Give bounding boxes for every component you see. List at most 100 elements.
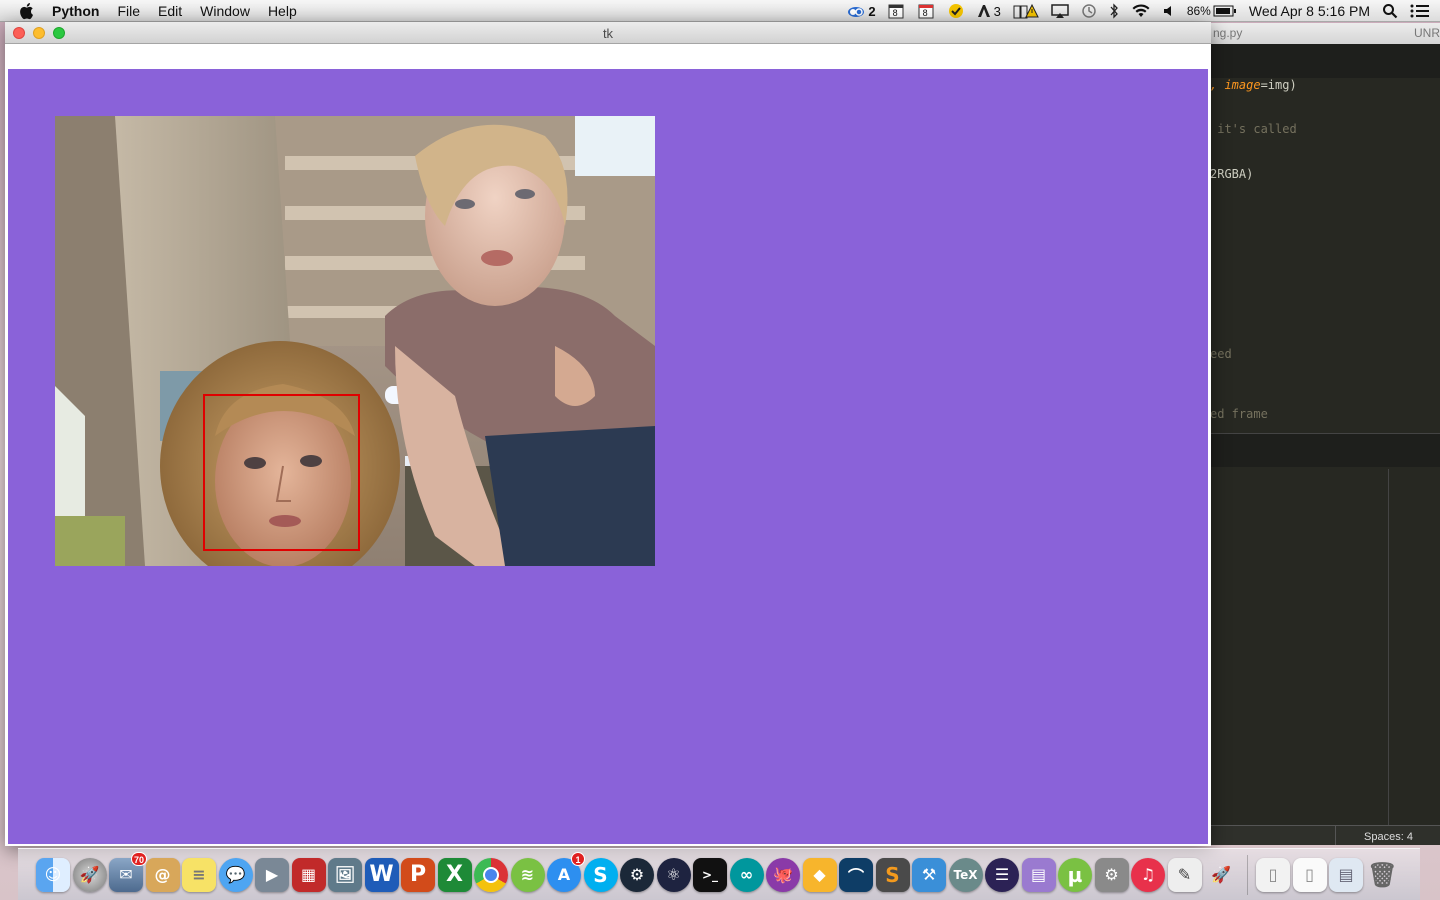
menu-bar: Python File Edit Window Help 2 8 8 3 — [0, 0, 1440, 22]
airplay-icon — [1051, 4, 1069, 18]
battery-percent: 86% — [1186, 4, 1211, 18]
github-icon[interactable]: 🐙 — [766, 857, 800, 892]
editor-title-unr: UNR — [1414, 26, 1440, 40]
code-comment: ed frame — [1210, 407, 1268, 421]
atom-icon[interactable]: ⚛ — [656, 857, 691, 892]
code-line-1: , image=img) — [1210, 78, 1297, 92]
creative-cloud-status[interactable]: 2 — [846, 3, 876, 19]
tk-window: tk — [5, 22, 1211, 846]
list-icon — [1410, 4, 1429, 18]
calendar-status-2[interactable]: 8 — [918, 3, 936, 19]
editor-filename: ng.py — [1213, 26, 1243, 40]
console-header — [1205, 434, 1440, 467]
itunes-icon[interactable]: ♫ — [1131, 857, 1165, 892]
utorrent-icon[interactable]: µ — [1058, 857, 1092, 892]
trash-icon[interactable]: 🗑 — [1366, 858, 1400, 892]
clock[interactable]: Wed Apr 8 5:16 PM — [1249, 3, 1370, 19]
code-value: =img) — [1260, 78, 1297, 92]
chrome-icon[interactable] — [474, 857, 508, 892]
adobe-count: 3 — [993, 3, 1001, 19]
sketch-icon[interactable]: ◆ — [802, 857, 837, 892]
editor-tab-bar[interactable] — [1205, 44, 1440, 78]
battery-icon — [1213, 5, 1236, 17]
battery-status[interactable]: 86% — [1187, 4, 1237, 18]
editor-title-bar: ng.py UNR — [1205, 23, 1440, 45]
code-comment: eed — [1210, 347, 1232, 361]
code-editor-window: ng.py UNR , image=img) it's called 2RGBA… — [1205, 23, 1440, 845]
stickies-icon[interactable]: ≡ — [182, 857, 216, 892]
texshop-icon[interactable]: TeX — [948, 857, 983, 892]
eclipse-icon[interactable]: ☰ — [985, 857, 1019, 892]
menu-help[interactable]: Help — [268, 3, 297, 19]
arduino-icon[interactable]: ∞ — [729, 857, 764, 892]
powerpoint-icon[interactable]: P — [401, 857, 435, 892]
cornerstone-icon[interactable]: ⌒ — [839, 857, 873, 892]
textedit-icon[interactable]: ✎ — [1167, 857, 1202, 892]
system-preferences-icon[interactable]: ⚙ — [1094, 857, 1129, 892]
code-comment: it's called — [1210, 122, 1297, 136]
volume-status[interactable] — [1163, 4, 1175, 18]
word-icon[interactable]: W — [364, 857, 399, 892]
preview-icon[interactable]: 🖼 — [328, 857, 362, 892]
creative-cloud-icon — [848, 7, 865, 17]
menu-edit[interactable]: Edit — [158, 3, 182, 19]
menu-file[interactable]: File — [117, 3, 140, 19]
search-icon — [1383, 4, 1398, 19]
app-store-badge: 1 — [571, 851, 585, 866]
window-title-bar[interactable]: tk — [5, 22, 1211, 44]
steam-icon[interactable]: ⚙ — [620, 857, 654, 892]
window-title: tk — [602, 26, 614, 41]
face-detection-box — [203, 394, 360, 551]
spotlight-status[interactable] — [1382, 3, 1398, 19]
contacts-icon[interactable]: @ — [145, 857, 180, 892]
calendar-status-1[interactable]: 8 — [888, 3, 906, 19]
creative-cloud-count: 2 — [868, 3, 876, 19]
wifi-status[interactable] — [1131, 3, 1151, 19]
volume-icon — [1163, 6, 1171, 16]
airplay-status[interactable] — [1051, 4, 1069, 18]
app-store-icon[interactable]: A1 — [547, 851, 585, 892]
launchpad-icon[interactable]: 🚀 — [72, 857, 107, 892]
code-line-5: ed frame — [1210, 407, 1268, 421]
bluetooth-status[interactable] — [1109, 3, 1119, 19]
code-line-4: eed — [1210, 347, 1232, 361]
xcode-icon[interactable]: ⚒ — [912, 857, 946, 892]
console-ruler — [1388, 469, 1389, 825]
bluetooth-icon — [1110, 3, 1118, 19]
photobooth-icon[interactable]: ▦ — [291, 857, 326, 892]
time-machine-status[interactable] — [1081, 3, 1097, 19]
webcam-frame-image — [55, 116, 655, 566]
menu-app-python[interactable]: Python — [52, 3, 99, 19]
code-keyword: , image — [1210, 78, 1261, 92]
excel-icon[interactable]: X — [437, 857, 472, 892]
messages-icon[interactable]: 💬 — [218, 857, 253, 892]
indentation-spaces[interactable]: Spaces: 4 — [1335, 826, 1440, 845]
warning-icon — [1013, 3, 1039, 19]
code-line-2: it's called — [1210, 122, 1297, 136]
spotify-icon[interactable]: ≋ — [510, 857, 545, 892]
time-machine-icon — [1082, 4, 1096, 18]
terminal-icon[interactable]: >_ — [693, 857, 727, 892]
adobe-status[interactable]: 3 — [976, 3, 1001, 19]
checkmark-icon — [948, 4, 963, 18]
checkmark-status[interactable] — [948, 3, 964, 19]
finder-icon[interactable]: ☺ — [36, 857, 70, 892]
mail-icon[interactable]: ✉ 70 — [109, 851, 147, 892]
sublime-text-icon[interactable]: S — [875, 857, 910, 892]
dock: ☺ 🚀 ✉ 70 @ ≡ 💬 ▶ ▦ 🖼 W P X ≋ A1 S ⚙ ⚛ >_ … — [18, 848, 1420, 900]
document-stack-icon[interactable]: ▯ — [1256, 857, 1290, 892]
folder-stack-icon[interactable]: ▤ — [1021, 857, 1056, 892]
dock-separator — [1246, 854, 1248, 895]
downloads-stack-icon[interactable]: ▤ — [1329, 857, 1363, 892]
warning-status[interactable] — [1013, 3, 1039, 19]
notification-center[interactable] — [1410, 4, 1430, 18]
tk-canvas — [8, 69, 1208, 844]
facetime-icon[interactable]: ▶ — [255, 857, 289, 892]
menu-window[interactable]: Window — [200, 3, 250, 19]
skype-icon[interactable]: S — [583, 857, 618, 892]
apple-menu-icon[interactable] — [18, 2, 36, 20]
python-launcher-icon[interactable]: 🚀 — [1204, 858, 1238, 892]
adobe-icon — [977, 5, 990, 17]
wifi-icon — [1132, 4, 1150, 17]
document-icon[interactable]: ▯ — [1292, 857, 1327, 892]
